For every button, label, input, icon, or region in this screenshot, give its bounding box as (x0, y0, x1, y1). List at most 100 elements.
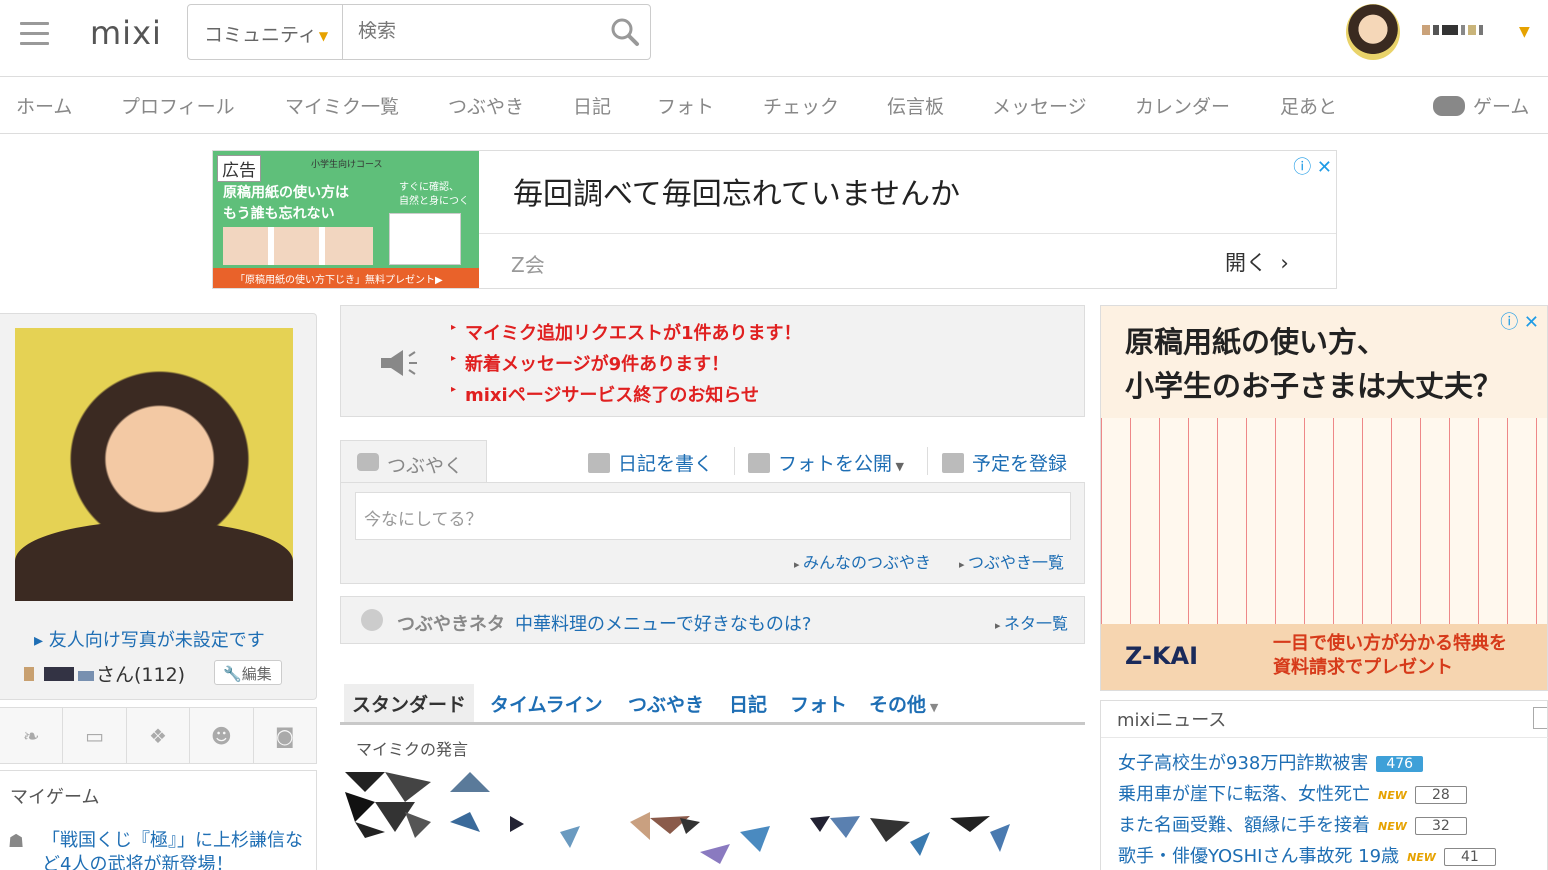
paw-icon[interactable]: ❖ (127, 708, 191, 763)
zkai-logo: Z-KAI (1125, 642, 1199, 670)
nav-check[interactable]: チェック (763, 92, 839, 119)
tab-photo[interactable]: フォト (782, 684, 855, 722)
manuscript-paper-image (1101, 418, 1547, 624)
speaker-icon (381, 350, 417, 376)
feed-avatar-pixelated[interactable] (345, 772, 431, 838)
search-box: コミュニティ ▼ (187, 4, 651, 60)
notice-friend-request[interactable]: マイミク追加リクエストが1件あります！ (451, 319, 802, 345)
edit-profile-button[interactable]: 🔧編集 (214, 660, 282, 685)
nav-diary[interactable]: 日記 (573, 92, 611, 119)
nav-messages[interactable]: メッセージ (992, 92, 1087, 119)
photo-not-set-link[interactable]: ▸ 友人向け写真が未設定です (34, 626, 265, 652)
news-item[interactable]: 女子高校生が938万円詐欺被害 476 (1118, 749, 1424, 775)
news-item[interactable]: また名画受難、額縁に手を接着 NEW 32 (1118, 811, 1467, 837)
notice-new-messages[interactable]: 新着メッセージが9件あります！ (451, 350, 729, 376)
top-bar: mixi コミュニティ▼ ▼ (0, 0, 1548, 77)
new-badge: NEW (1407, 851, 1436, 864)
nav-friends[interactable]: マイミク一覧 (285, 92, 399, 119)
comment-count-badge: 28 (1414, 786, 1467, 804)
news-title: mixiニュース (1117, 710, 1227, 731)
top-ad-image[interactable]: 広告 小学生向けコース 原稿用紙の使い方は もう誰も忘れない すぐに確認、 自然と身… (213, 151, 479, 288)
nav-game[interactable]: ゲーム (1433, 92, 1529, 119)
right-ad-banner[interactable]: ⓘ ✕ 原稿用紙の使い方、 小学生のお子さまは大丈夫？ Z-KAI 一目で使い方が… (1100, 305, 1548, 691)
divider (1101, 737, 1548, 738)
top-ad-headline[interactable]: 毎回調べて毎回忘れていませんか (513, 169, 960, 213)
tab-diary[interactable]: 日記 (721, 684, 775, 722)
search-scope-select[interactable]: コミュニティ ▼ (188, 5, 343, 59)
divider (479, 233, 1336, 234)
right-ad-title: 原稿用紙の使い方、 小学生のお子さまは大丈夫？ (1125, 325, 1503, 403)
tweet-list-link[interactable]: つぶやき一覧 (959, 549, 1064, 573)
ad-image-side: すぐに確認、 自然と身につく (399, 182, 469, 207)
news-item[interactable]: 歌手・俳優YOSHIさん事故死 19歳 NEW 41 (1118, 842, 1496, 868)
nav-photo[interactable]: フォト (657, 92, 714, 119)
tab-other[interactable]: その他 ▼ (861, 684, 946, 722)
main-nav: ホーム プロフィール マイミク一覧 つぶやき 日記 フォト チェック 伝言板 メ… (0, 77, 1548, 134)
add-schedule-button[interactable]: 予定を登録 (942, 449, 1067, 476)
news-item[interactable]: 乗用車が崖下に転落、女性死亡 NEW 28 (1118, 780, 1467, 806)
topic-icon (361, 609, 383, 631)
right-ad-cta[interactable]: 一目で使い方が分かる特典を 資料請求でプレゼント (1273, 632, 1507, 680)
tab-timeline[interactable]: タイムライン (482, 684, 611, 722)
message-icon[interactable]: ▭ (63, 708, 127, 763)
right-ad-band: Z-KAI 一目で使い方が分かる特典を 資料請求でプレゼント (1101, 624, 1547, 690)
friends-icon[interactable]: ☻ (190, 708, 254, 763)
ad-course-label: 小学生向けコース (311, 160, 383, 170)
new-badge: NEW (1378, 789, 1407, 802)
hot-count-badge: 476 (1376, 756, 1424, 772)
gamepad-icon (1433, 96, 1465, 116)
search-scope-label: コミュニティ (204, 24, 317, 46)
nav-profile[interactable]: プロフィール (121, 92, 235, 119)
my-game-title: マイゲーム (10, 787, 100, 808)
tab-standard[interactable]: スタンダード (344, 684, 475, 722)
my-game-panel: マイゲーム ☗ 「戦国くじ『極』」に上杉謙信など4人の武将が新登場！ (0, 770, 317, 870)
ad-paper-image (389, 213, 461, 265)
nav-home[interactable]: ホーム (16, 92, 72, 119)
topic-label: つぶやきネタ (397, 614, 505, 635)
feed-section-label: マイミクの発言 (356, 740, 469, 759)
avatar[interactable] (1346, 4, 1400, 60)
search-icon[interactable] (610, 17, 640, 47)
profile-name: さん(112) (24, 660, 185, 687)
divider (734, 447, 735, 475)
footprint-icon[interactable]: ❧ (0, 708, 64, 763)
chevron-down-icon: ▼ (318, 28, 329, 43)
tab-tweet[interactable]: つぶやく (340, 440, 487, 483)
user-name-pixelated[interactable] (1422, 20, 1517, 40)
ad-choices-icon[interactable]: ⓘ ✕ (1293, 153, 1332, 179)
mixi-logo[interactable]: mixi (90, 14, 162, 52)
notification-box: マイミク追加リクエストが1件あります！ 新着メッセージが9件あります！ mixi… (340, 305, 1085, 417)
nav-message-board[interactable]: 伝言板 (887, 92, 944, 119)
nav-calendar[interactable]: カレンダー (1135, 92, 1230, 119)
chevron-down-icon[interactable]: ▼ (1519, 24, 1530, 40)
feed-text-pixelated (450, 772, 1010, 864)
write-diary-button[interactable]: 日記を書く (588, 449, 713, 476)
game-app-icon: ☗ (8, 831, 25, 852)
profile-card: ▸ 友人向け写真が未設定です さん(112) 🔧編集 (0, 313, 317, 700)
top-ad-open-button[interactable]: 開く › (1225, 247, 1289, 277)
nav-game-label: ゲーム (1473, 96, 1530, 118)
calendar-icon (942, 453, 964, 473)
ad-image-headline: 原稿用紙の使い方は もう誰も忘れない (223, 185, 349, 222)
nav-footprints[interactable]: 足あと (1280, 92, 1337, 119)
top-ad-banner[interactable]: 広告 小学生向けコース 原稿用紙の使い方は もう誰も忘れない すぐに確認、 自然と身… (212, 150, 1337, 289)
speech-bubble-icon (357, 453, 379, 471)
my-game-news-link[interactable]: 「戦国くじ『極』」に上杉謙信など4人の武将が新登場！ (42, 829, 307, 870)
publish-photo-button[interactable]: フォトを公開 ▼ (748, 449, 904, 476)
profile-photo[interactable] (15, 328, 293, 601)
ad-tag: 広告 (217, 155, 261, 182)
gamepad-icon[interactable]: ◙ (254, 708, 316, 763)
news-panel: mixiニュース 女子高校生が938万円詐欺被害 476 乗用車が崖下に転落、女性… (1100, 700, 1548, 870)
ad-info-icon[interactable]: ⓘ ✕ (1500, 308, 1539, 334)
tweet-input[interactable] (355, 492, 1071, 540)
topic-list-link[interactable]: ネタ一覧 (995, 610, 1068, 634)
menu-icon[interactable] (20, 22, 49, 46)
nav-voice[interactable]: つぶやき (448, 92, 524, 119)
ad-image-band: 「原稿用紙の使い方下じき」無料プレゼント▶ (213, 268, 479, 288)
notice-service-end[interactable]: mixiページサービス終了のお知らせ (451, 381, 759, 407)
collapse-toggle[interactable] (1533, 707, 1547, 729)
tab-tweets[interactable]: つぶやき (620, 684, 712, 722)
everyone-tweets-link[interactable]: みんなのつぶやき (794, 549, 931, 573)
topic-link[interactable]: 中華料理のメニューで好きなものは? (515, 610, 811, 636)
search-input[interactable] (346, 11, 596, 51)
